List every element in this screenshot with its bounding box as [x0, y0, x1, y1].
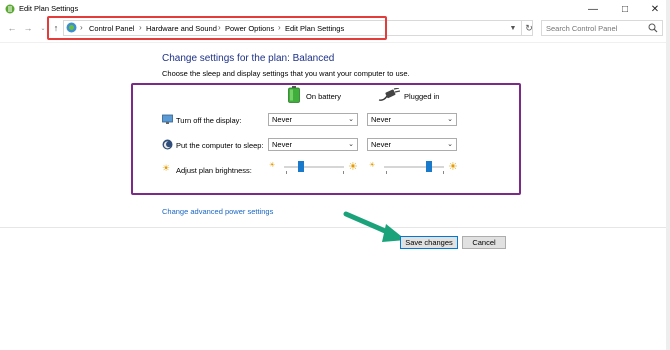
- search-box[interactable]: [541, 20, 663, 36]
- window-edge: [666, 0, 670, 350]
- address-dropdown-chevron-icon[interactable]: ▼: [508, 22, 518, 34]
- chevron-down-icon: ⌄: [447, 116, 453, 123]
- page-title: Change settings for the plan: Balanced: [162, 53, 335, 64]
- chevron-down-icon: ⌄: [348, 141, 354, 148]
- back-arrow-icon[interactable]: ←: [6, 22, 18, 34]
- brightness-label: Adjust plan brightness:: [176, 166, 252, 175]
- chevron-down-icon: ⌄: [447, 141, 453, 148]
- brightness-low-icon: ☀: [269, 162, 276, 169]
- advanced-power-settings-link[interactable]: Change advanced power settings: [162, 207, 273, 216]
- display-icon: [162, 114, 173, 124]
- battery-brightness-slider[interactable]: [284, 166, 344, 168]
- slider-tick: [443, 171, 444, 174]
- footer-divider: [0, 227, 670, 228]
- slider-tick: [343, 171, 344, 174]
- cancel-button[interactable]: Cancel: [462, 236, 506, 249]
- brightness-low-icon: ☀: [369, 162, 376, 169]
- sleep-plugged-select[interactable]: Never ⌄: [367, 138, 457, 151]
- refresh-icon[interactable]: ↻: [521, 21, 536, 35]
- display-off-plugged-value: Never: [371, 115, 392, 124]
- search-icon[interactable]: [648, 23, 658, 33]
- toolbar-divider: [0, 42, 670, 43]
- battery-icon: [288, 86, 300, 103]
- forward-arrow-icon[interactable]: →: [22, 22, 34, 34]
- search-input[interactable]: [546, 24, 646, 33]
- minimize-button[interactable]: —: [578, 0, 608, 18]
- save-changes-button[interactable]: Save changes: [400, 236, 458, 249]
- battery-brightness-thumb[interactable]: [297, 161, 304, 172]
- address-annotation-box: [47, 16, 387, 40]
- brightness-high-icon: ☀: [348, 161, 358, 173]
- sleep-label: Put the computer to sleep:: [176, 141, 264, 150]
- display-off-battery-select[interactable]: Never ⌄: [268, 113, 358, 126]
- plugged-brightness-slider[interactable]: [384, 166, 444, 168]
- display-off-plugged-select[interactable]: Never ⌄: [367, 113, 457, 126]
- slider-tick: [286, 171, 287, 174]
- sleep-battery-select[interactable]: Never ⌄: [268, 138, 358, 151]
- brightness-icon: ☀: [162, 163, 171, 173]
- sleep-battery-value: Never: [272, 140, 293, 149]
- window-title: Edit Plan Settings: [19, 4, 79, 13]
- plugged-in-header: Plugged in: [404, 92, 440, 101]
- display-off-battery-value: Never: [272, 115, 293, 124]
- maximize-button[interactable]: □: [610, 0, 640, 18]
- sleep-icon: [162, 139, 173, 150]
- plugged-brightness-thumb[interactable]: [426, 161, 433, 172]
- slider-tick: [386, 171, 387, 174]
- power-options-icon: [5, 4, 15, 14]
- sleep-plugged-value: Never: [371, 140, 392, 149]
- on-battery-header: On battery: [306, 92, 342, 101]
- page-subtitle: Choose the sleep and display settings th…: [162, 69, 410, 78]
- display-off-label: Turn off the display:: [176, 116, 242, 125]
- brightness-high-icon: ☀: [448, 161, 458, 173]
- plug-icon: [378, 88, 400, 101]
- chevron-down-icon: ⌄: [348, 116, 354, 123]
